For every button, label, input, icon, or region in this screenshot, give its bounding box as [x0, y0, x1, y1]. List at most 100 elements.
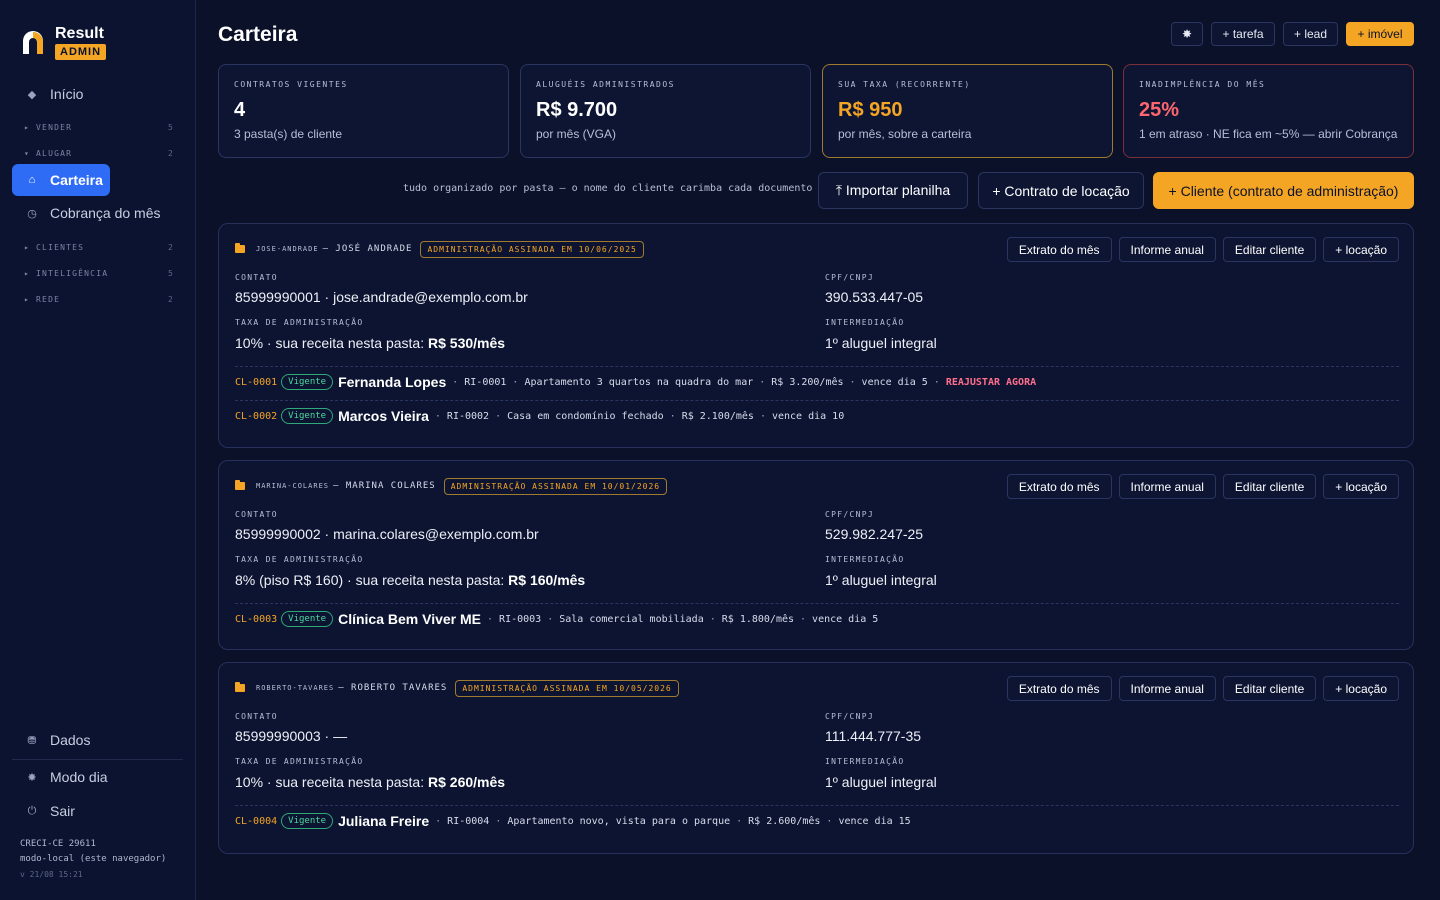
intermediacao-value: 1º aluguel integral — [825, 572, 937, 588]
sun-icon: ✸ — [1181, 27, 1193, 41]
extrato-button[interactable]: Extrato do mês — [1006, 474, 1112, 499]
rent-value: R$ 1.800/mês — [721, 613, 795, 625]
extrato-button[interactable]: Extrato do mês — [1006, 676, 1112, 701]
sidebar-group-alugar[interactable]: ▾ ALUGAR 2 — [24, 149, 174, 158]
extrato-button[interactable]: Extrato do mês — [1006, 237, 1112, 262]
client-folder-jose-andrade: JOSE-ANDRADE — JOSÉ ANDRADE ADMINISTRAÇÃ… — [218, 223, 1414, 448]
add-cliente-button[interactable]: + Cliente (contrato de administração) — [1153, 172, 1414, 209]
client-name: — MARINA COLARES — [333, 481, 436, 491]
contract-code: CL-0001 — [235, 376, 278, 388]
reajuste-alert[interactable]: REAJUSTAR AGORA — [946, 377, 1036, 388]
admin-badge: ADMIN — [55, 44, 107, 60]
due-day: vence dia 5 — [812, 613, 879, 625]
kpi-subtext: 1 em atraso · NE fica em ~5% — abrir Cob… — [1139, 127, 1398, 141]
organization-hint: tudo organizado por pasta — o nome do cl… — [403, 183, 813, 194]
taxa-revenue: R$ 160/mês — [508, 572, 586, 588]
add-lead-button[interactable]: + lead — [1283, 22, 1338, 46]
group-label: ▸ CLIENTES — [24, 243, 85, 252]
contato-value: 85999990002 · marina.colares@exemplo.com… — [235, 526, 539, 542]
sidebar-item-dados[interactable]: ⛃ Dados — [12, 724, 183, 756]
client-name: — JOSÉ ANDRADE — [322, 244, 413, 254]
kpi-subtext: por mês (VGA) — [536, 127, 617, 141]
group-count: 5 — [167, 269, 174, 278]
storage-mode: modo-local (este navegador) — [20, 854, 167, 864]
sidebar-item-cobranca[interactable]: ◷ Cobrança do mês — [12, 197, 183, 229]
import-sheet-button[interactable]: ⤒ Importar planilha — [818, 172, 968, 209]
property-desc: Apartamento novo, vista para o parque — [507, 815, 731, 827]
contato-value: 85999990003 · — — [235, 728, 348, 744]
kpi-label: INADIMPLÊNCIA DO MÊS — [1139, 80, 1266, 89]
cpf-label: CPF/CNPJ — [825, 510, 874, 519]
tenant-name: Clínica Bem Viver ME — [338, 611, 482, 627]
property-code: RI-0003 — [499, 613, 542, 625]
contract-row[interactable]: CL-0004 Vigente Juliana Freire · RI-0004 … — [235, 813, 911, 829]
kpi-inadimplencia[interactable]: INADIMPLÊNCIA DO MÊS 25% 1 em atraso · N… — [1123, 64, 1414, 158]
informe-anual-button[interactable]: Informe anual — [1118, 474, 1216, 499]
folder-slug: JOSE-ANDRADE — [256, 245, 319, 253]
creci-number: CRECI-CE 29611 — [20, 839, 96, 849]
contato-label: CONTATO — [235, 510, 278, 519]
contract-row[interactable]: CL-0002 Vigente Marcos Vieira · RI-0002 ·… — [235, 408, 844, 424]
intermediacao-value: 1º aluguel integral — [825, 335, 937, 351]
sidebar-item-modo-dia[interactable]: ✸ Modo dia — [12, 761, 183, 793]
folder-actions: Extrato do mês Informe anual Editar clie… — [1006, 474, 1399, 499]
divider — [235, 366, 1399, 367]
sidebar-divider — [12, 759, 183, 760]
sidebar-group-clientes[interactable]: ▸ CLIENTES 2 — [24, 243, 174, 252]
sidebar-group-vender[interactable]: ▸ VENDER 5 — [24, 123, 174, 132]
informe-anual-button[interactable]: Informe anual — [1118, 676, 1216, 701]
folder-header: MARINA-COLARES — MARINA COLARES ADMINIST… — [235, 477, 668, 495]
contract-code: CL-0002 — [235, 410, 278, 422]
folder-slug: ROBERTO-TAVARES — [256, 684, 335, 692]
sidebar-item-label: Início — [50, 86, 84, 102]
clock-icon: ◷ — [27, 207, 37, 220]
add-locacao-button[interactable]: + locação — [1323, 474, 1399, 499]
kpi-contratos-vigentes: CONTRATOS VIGENTES 4 3 pasta(s) de clien… — [218, 64, 509, 158]
add-locacao-button[interactable]: + locação — [1323, 237, 1399, 262]
contato-value: 85999990001 · jose.andrade@exemplo.com.b… — [235, 289, 528, 305]
due-day: vence dia 10 — [771, 410, 845, 422]
logo-arch-icon — [23, 31, 43, 54]
sidebar-item-carteira[interactable]: ⌂ Carteira — [12, 164, 110, 196]
rent-value: R$ 2.600/mês — [748, 815, 821, 827]
editar-cliente-button[interactable]: Editar cliente — [1222, 474, 1317, 499]
editar-cliente-button[interactable]: Editar cliente — [1222, 676, 1317, 701]
group-label: ▸ VENDER — [24, 123, 73, 132]
informe-anual-button[interactable]: Informe anual — [1118, 237, 1216, 262]
contract-row[interactable]: CL-0003 Vigente Clínica Bem Viver ME · RI… — [235, 611, 878, 627]
status-badge: Vigente — [281, 813, 334, 829]
add-tarefa-button[interactable]: + tarefa — [1211, 22, 1275, 46]
diamond-icon: ◆ — [27, 88, 37, 101]
brand-logo[interactable]: Result ADMIN — [20, 25, 107, 60]
tenant-name: Fernanda Lopes — [338, 374, 447, 390]
sidebar-item-sair[interactable]: ⏻ Sair — [12, 795, 183, 827]
cpf-label: CPF/CNPJ — [825, 273, 874, 282]
folder-slug: MARINA-COLARES — [256, 482, 330, 490]
brand-title: Result — [55, 25, 104, 42]
sun-icon: ✸ — [27, 771, 37, 784]
sidebar-group-inteligencia[interactable]: ▸ INTELIGÊNCIA 5 — [24, 269, 174, 278]
divider — [235, 805, 1399, 806]
sidebar-group-rede[interactable]: ▸ REDE 2 — [24, 295, 174, 304]
database-icon: ⛃ — [27, 734, 37, 747]
cpf-value: 390.533.447-05 — [825, 289, 924, 305]
taxa-revenue: R$ 530/mês — [428, 335, 506, 351]
add-locacao-button[interactable]: + locação — [1323, 676, 1399, 701]
kpi-alugueis-administrados: ALUGUÉIS ADMINISTRADOS R$ 9.700 por mês … — [520, 64, 811, 158]
taxa-label: TAXA DE ADMINISTRAÇÃO — [235, 757, 364, 766]
sidebar-item-label: Dados — [50, 732, 91, 748]
sidebar-item-inicio[interactable]: ◆ Início — [12, 78, 183, 110]
property-desc: Apartamento 3 quartos na quadra do mar — [524, 376, 754, 388]
contract-row[interactable]: CL-0001 Vigente Fernanda Lopes · RI-0001 … — [235, 374, 1036, 390]
folder-header: ROBERTO-TAVARES — ROBERTO TAVARES ADMINI… — [235, 679, 679, 697]
theme-toggle-button[interactable]: ✸ — [1171, 22, 1203, 46]
editar-cliente-button[interactable]: Editar cliente — [1222, 237, 1317, 262]
add-imovel-button[interactable]: + imóvel — [1346, 22, 1414, 46]
group-label: ▾ ALUGAR — [24, 149, 73, 158]
intermediacao-value: 1º aluguel integral — [825, 774, 937, 790]
kpi-value: R$ 950 — [838, 99, 903, 121]
group-count: 2 — [167, 243, 174, 252]
sidebar-item-label: Sair — [50, 803, 75, 819]
folder-actions: Extrato do mês Informe anual Editar clie… — [1006, 676, 1399, 701]
add-contrato-locacao-button[interactable]: + Contrato de locação — [978, 172, 1144, 209]
